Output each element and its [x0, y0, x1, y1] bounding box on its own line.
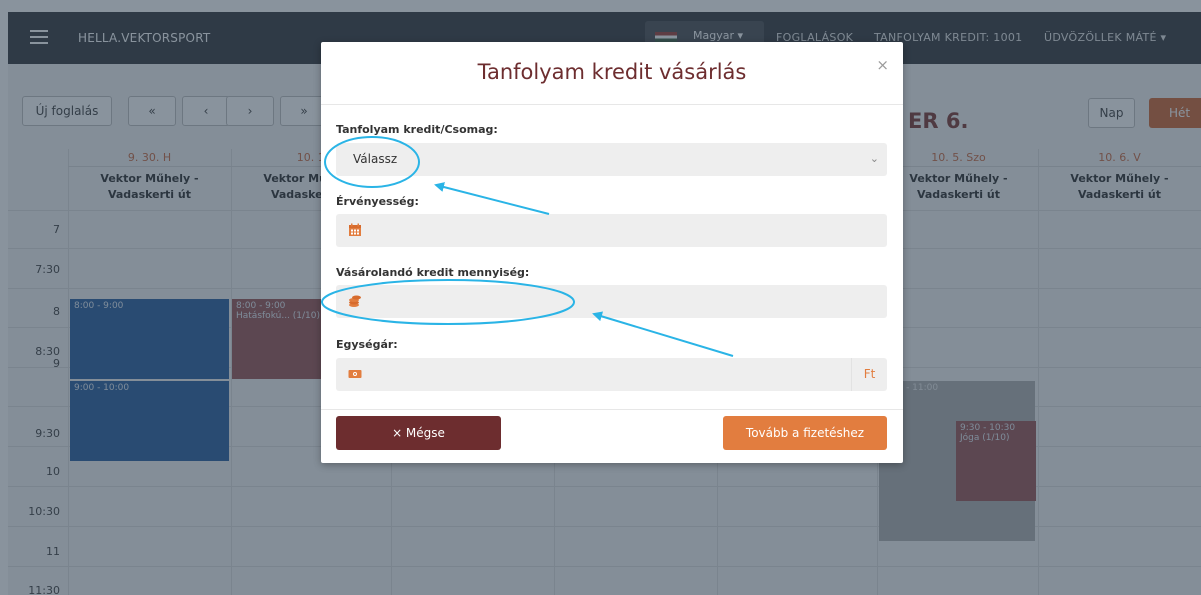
unit-price-field: Ft [336, 358, 887, 391]
quantity-input[interactable] [374, 285, 844, 318]
package-label: Tanfolyam kredit/Csomag: [336, 123, 498, 136]
page: HELLA.VEKTORSPORT Magyar ▾ FOGLALÁSOK TA… [0, 0, 1201, 595]
quantity-label: Vásárolandó kredit mennyiség: [336, 266, 530, 279]
credit-purchase-modal: Tanfolyam kredit vásárlás × Tanfolyam kr… [321, 42, 903, 463]
coins-icon [349, 295, 361, 307]
package-select[interactable]: Válassz ⌄ [336, 143, 887, 176]
package-selected-value: Válassz [353, 152, 398, 166]
close-icon[interactable]: × [876, 56, 889, 74]
money-bill-icon [348, 370, 362, 378]
continue-to-payment-button[interactable]: Tovább a fizetéshez [723, 416, 887, 450]
modal-header-divider [321, 104, 903, 105]
validity-input[interactable] [374, 214, 844, 247]
chevron-down-icon: ⌄ [869, 152, 879, 165]
calendar-icon [349, 223, 361, 236]
unit-price-label: Egységár: [336, 338, 398, 351]
modal-title: Tanfolyam kredit vásárlás [477, 60, 747, 84]
modal-footer-divider [321, 409, 903, 410]
quantity-field [336, 285, 887, 318]
validity-label: Érvényesség: [336, 195, 419, 208]
validity-field [336, 214, 887, 247]
cancel-button[interactable]: × Mégse [336, 416, 501, 450]
currency-suffix: Ft [851, 358, 887, 391]
unit-price-input[interactable] [374, 358, 844, 391]
